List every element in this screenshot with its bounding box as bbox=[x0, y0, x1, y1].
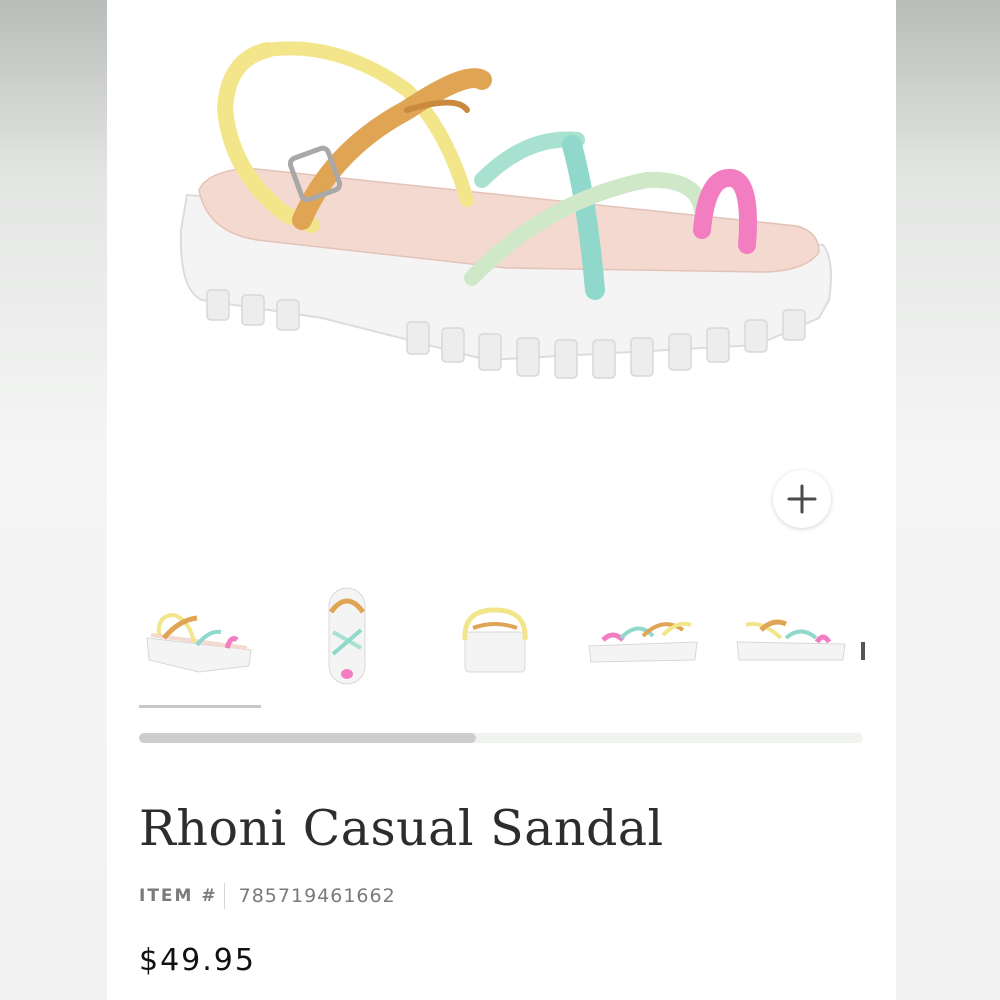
scrollbar-thumb[interactable] bbox=[139, 733, 476, 743]
main-product-image[interactable] bbox=[107, 0, 896, 560]
product-title: Rhoni Casual Sandal bbox=[139, 800, 664, 857]
item-number-value: 785719461662 bbox=[238, 885, 396, 907]
sandal-main-image bbox=[179, 41, 832, 379]
product-page: Rhoni Casual Sandal ITEM # 785719461662 … bbox=[107, 0, 896, 1000]
zoom-button[interactable] bbox=[773, 470, 831, 528]
item-number-row: ITEM # 785719461662 bbox=[139, 882, 396, 910]
thumbnail-strip bbox=[139, 580, 879, 690]
thumb-partial-next[interactable] bbox=[855, 580, 879, 690]
right-backdrop bbox=[896, 0, 1000, 1000]
thumb-top-view[interactable] bbox=[287, 580, 407, 690]
thumb-outer-side-view[interactable] bbox=[731, 580, 851, 690]
left-backdrop bbox=[0, 0, 107, 1000]
thumb-inner-side-view[interactable] bbox=[583, 580, 703, 690]
item-number-label: ITEM # bbox=[139, 886, 218, 906]
item-number-divider bbox=[223, 883, 225, 909]
active-thumbnail-indicator bbox=[139, 705, 261, 708]
thumb-side-view[interactable] bbox=[139, 580, 259, 690]
product-price: $49.95 bbox=[139, 943, 256, 978]
thumb-back-view[interactable] bbox=[435, 580, 555, 690]
plus-icon bbox=[787, 484, 817, 514]
thumbnail-scrollbar[interactable] bbox=[139, 733, 863, 743]
